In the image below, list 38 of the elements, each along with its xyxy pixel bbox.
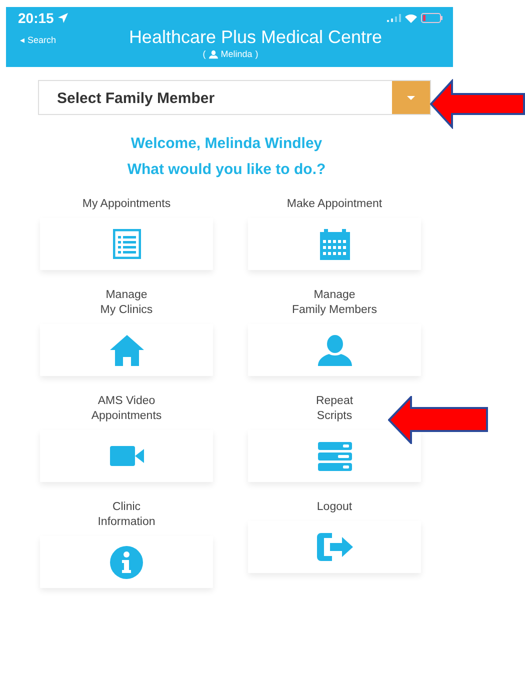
tile-label: Logout xyxy=(316,500,354,515)
menu-tile[interactable] xyxy=(248,521,421,573)
calendar-icon xyxy=(320,228,350,260)
menu-tile[interactable] xyxy=(40,536,213,588)
location-arrow-icon xyxy=(58,12,68,23)
menu-tile[interactable] xyxy=(40,430,213,482)
app-title: Healthcare Plus Medical Centre xyxy=(128,26,382,48)
tile-label: Clinic Information xyxy=(96,500,156,530)
battery-icon xyxy=(421,13,443,23)
prompt-text: What would you like to do.? xyxy=(127,160,326,180)
server-icon xyxy=(318,442,352,470)
wifi-icon xyxy=(405,14,417,22)
menu-tile[interactable] xyxy=(248,218,421,270)
tile-label: Manage Family Members xyxy=(291,288,378,318)
user-name: Melinda xyxy=(220,48,252,61)
bracket-text: ) xyxy=(255,48,258,61)
home-icon xyxy=(110,334,144,366)
user-icon xyxy=(208,50,218,60)
tile-label: Repeat Scripts xyxy=(314,394,354,424)
signal-icon xyxy=(387,14,401,22)
bracket-text: ( xyxy=(202,48,206,61)
family-member-select[interactable]: Select Family Member xyxy=(38,80,431,115)
menu-tile[interactable] xyxy=(40,324,213,376)
menu-tile[interactable] xyxy=(248,430,421,482)
user-icon xyxy=(318,334,352,366)
menu-tile[interactable] xyxy=(248,324,421,376)
video-camera-icon xyxy=(110,446,144,466)
status-time: 20:15 xyxy=(18,8,54,28)
tile-label: AMS Video Appointments xyxy=(90,394,163,424)
tile-label: Manage My Clinics xyxy=(99,288,154,318)
info-icon xyxy=(110,546,143,578)
tile-label: My Appointments xyxy=(81,197,172,212)
caret-icon xyxy=(407,96,415,100)
logout-icon xyxy=(316,533,352,561)
menu-tile[interactable] xyxy=(40,218,213,270)
tile-label: Make Appointment xyxy=(286,197,384,212)
welcome-text: Welcome, Melinda Windley xyxy=(130,134,322,154)
list-icon xyxy=(112,229,140,259)
